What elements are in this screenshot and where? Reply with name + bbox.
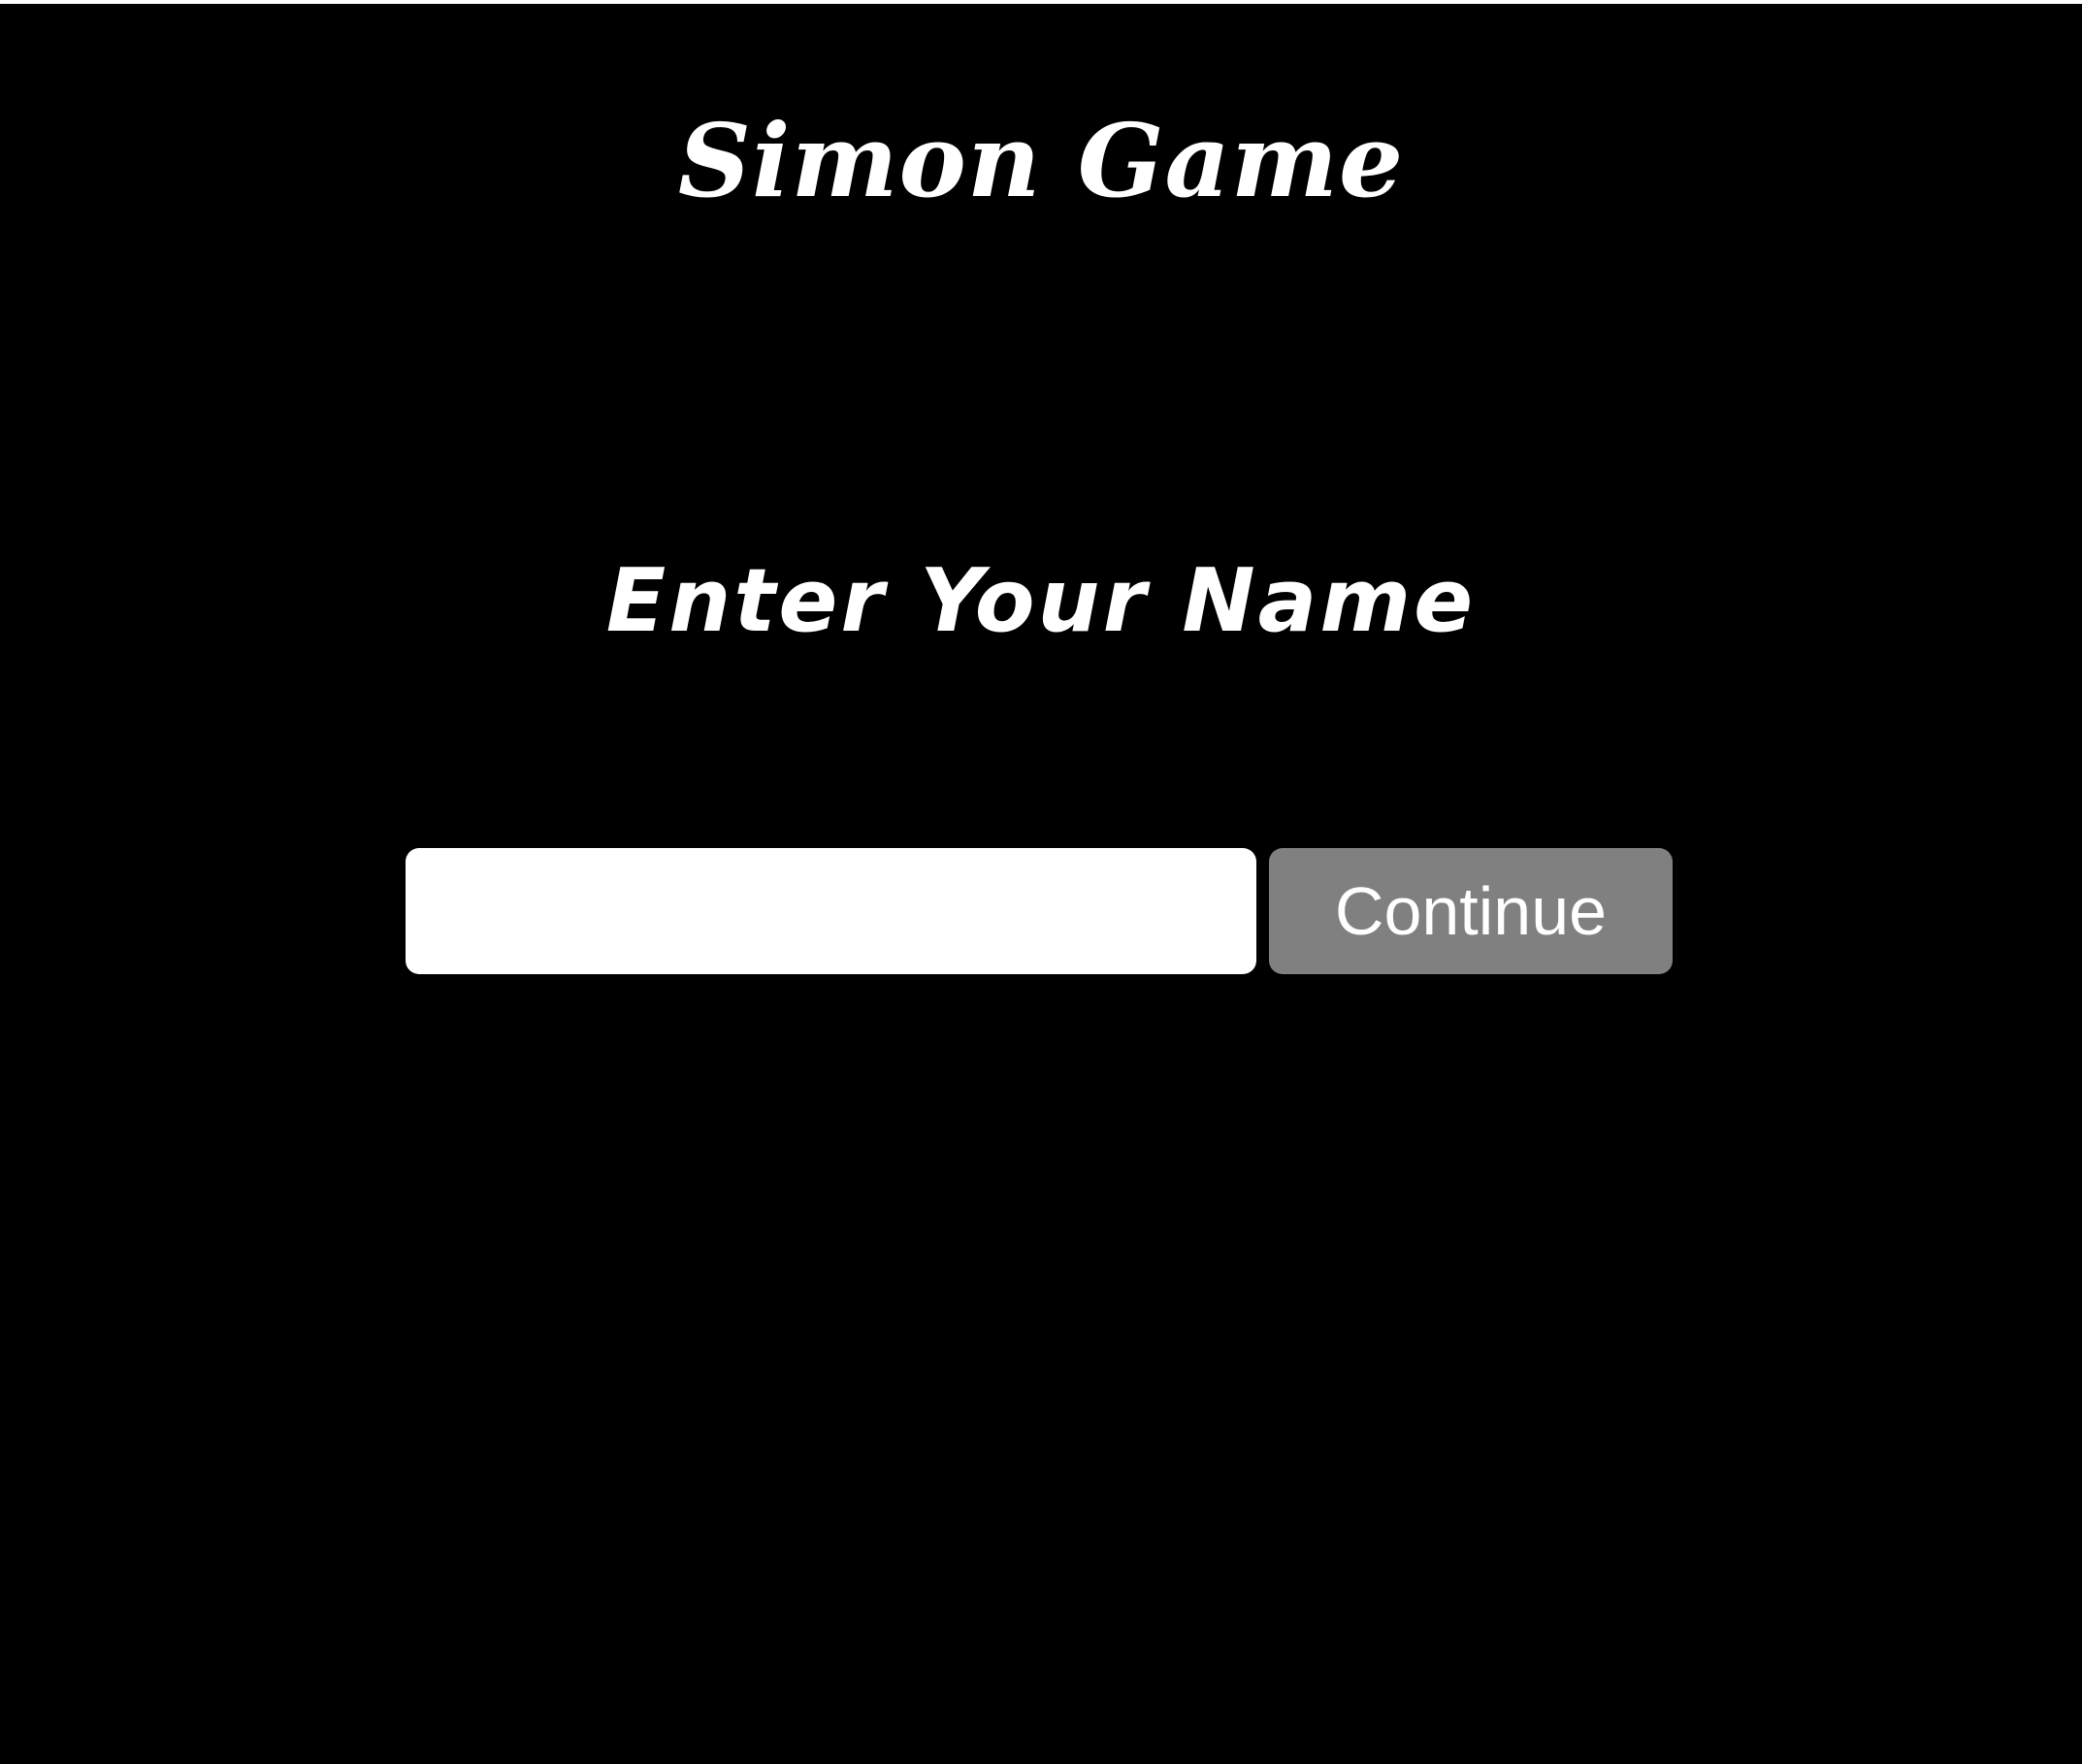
name-prompt: Enter Your Name [605,550,1477,652]
name-input[interactable] [406,848,1256,974]
continue-button[interactable]: Continue [1269,848,1673,974]
page-title: Simon Game [677,101,1405,220]
game-screen: Simon Game Enter Your Name Continue [0,0,2082,1764]
